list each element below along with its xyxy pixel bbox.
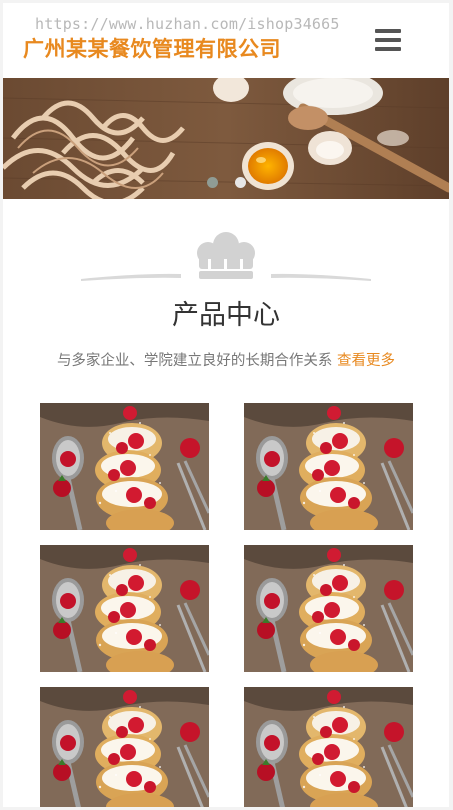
product-card[interactable] [40, 403, 209, 530]
page: https://www.huzhan.com/ishop34665 广州某某餐饮… [3, 3, 449, 807]
section-title: 产品中心 [172, 300, 280, 331]
view-more-link[interactable]: 查看更多 [337, 353, 395, 369]
product-card[interactable] [40, 545, 209, 672]
section-subtitle: 与多家企业、学院建立良好的长期合作关系 查看更多 [3, 349, 449, 370]
product-image [244, 545, 413, 672]
product-image [244, 403, 413, 530]
carousel-dot-1[interactable] [207, 177, 218, 188]
hamburger-menu-icon[interactable] [375, 29, 401, 53]
product-card[interactable] [244, 403, 413, 530]
product-card[interactable] [244, 687, 413, 807]
section-subtitle-text: 与多家企业、学院建立良好的长期合作关系 [56, 353, 333, 369]
watermark-text: https://www.huzhan.com/ishop34665 [35, 15, 340, 33]
product-image [40, 403, 209, 530]
product-card[interactable] [244, 545, 413, 672]
product-card[interactable] [40, 687, 209, 807]
banner-image [3, 78, 449, 199]
site-logo-text[interactable]: 广州某某餐饮管理有限公司 [23, 33, 281, 63]
carousel-dot-2[interactable] [235, 177, 246, 188]
product-image [40, 545, 209, 672]
product-image [244, 687, 413, 807]
product-image [40, 687, 209, 807]
hero-banner[interactable] [3, 78, 449, 199]
chef-hat-icon [81, 232, 371, 281]
